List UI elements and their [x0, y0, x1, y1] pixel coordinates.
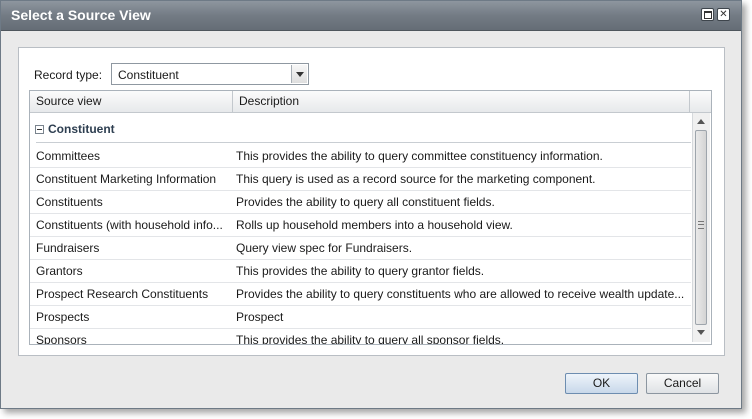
group-label: Constituent [48, 122, 115, 136]
chevron-down-icon[interactable] [291, 65, 307, 83]
description-cell: Prospect [236, 310, 284, 324]
column-header-description[interactable]: Description [233, 91, 690, 112]
title-bar[interactable]: Select a Source View ✕ [1, 1, 741, 31]
collapse-icon[interactable] [35, 125, 44, 134]
table-row[interactable]: Constituent Marketing Information This q… [30, 168, 691, 191]
description-cell: Query view spec for Fundraisers. [236, 241, 413, 255]
source-view-cell: Grantors [36, 264, 83, 278]
group-divider [36, 142, 691, 143]
description-cell: Provides the ability to query constituen… [236, 287, 685, 301]
source-view-cell: Prospect Research Constituents [36, 287, 209, 301]
source-view-cell: Committees [36, 149, 101, 163]
maximize-icon[interactable] [701, 8, 714, 21]
group-row-constituent[interactable]: Constituent [30, 113, 691, 143]
source-view-cell: Fundraisers [36, 241, 100, 255]
vertical-scrollbar[interactable] [692, 113, 710, 342]
source-view-grid: Source view Description Constituent Comm… [29, 90, 712, 345]
ok-button[interactable]: OK [565, 373, 638, 394]
dialog-title: Select a Source View [11, 7, 151, 23]
table-row[interactable]: Prospects Prospect [30, 306, 691, 329]
source-view-cell: Constituent Marketing Information [36, 172, 217, 186]
description-cell: This provides the ability to query all s… [236, 333, 505, 345]
grid-header: Source view Description [30, 91, 711, 113]
table-row[interactable]: Fundraisers Query view spec for Fundrais… [30, 237, 691, 260]
record-type-select[interactable]: Constituent [111, 63, 309, 85]
table-row[interactable]: Sponsors This provides the ability to qu… [30, 329, 691, 345]
description-cell: This query is used as a record source fo… [236, 172, 596, 186]
description-cell: Rolls up household members into a househ… [236, 218, 513, 232]
scrollbar-thumb[interactable] [695, 130, 707, 325]
table-row[interactable]: Constituents Provides the ability to que… [30, 191, 691, 214]
source-view-cell: Prospects [36, 310, 90, 324]
record-type-value: Constituent [118, 68, 179, 82]
content-panel: Record type: Constituent Source view Des… [18, 47, 725, 356]
grip-icon [698, 221, 704, 229]
record-type-label: Record type: [34, 68, 103, 82]
description-cell: Provides the ability to query all consti… [236, 195, 495, 209]
close-icon[interactable]: ✕ [717, 8, 730, 21]
table-row[interactable]: Grantors This provides the ability to qu… [30, 260, 691, 283]
source-view-cell: Sponsors [36, 333, 87, 345]
description-cell: This provides the ability to query grant… [236, 264, 485, 278]
table-row[interactable]: Prospect Research Constituents Provides … [30, 283, 691, 306]
cancel-button[interactable]: Cancel [646, 373, 719, 394]
table-row[interactable]: Committees This provides the ability to … [30, 145, 691, 168]
column-header-source-view[interactable]: Source view [30, 91, 233, 112]
source-view-cell: Constituents [36, 195, 103, 209]
description-cell: This provides the ability to query commi… [236, 149, 603, 163]
scroll-down-icon[interactable] [697, 330, 705, 335]
table-row[interactable]: Constituents (with household info... Rol… [30, 214, 691, 237]
source-view-cell: Constituents (with household info... [36, 218, 223, 232]
scroll-up-icon[interactable] [697, 119, 705, 124]
select-source-view-dialog: Select a Source View ✕ Record type: Cons… [0, 0, 742, 409]
